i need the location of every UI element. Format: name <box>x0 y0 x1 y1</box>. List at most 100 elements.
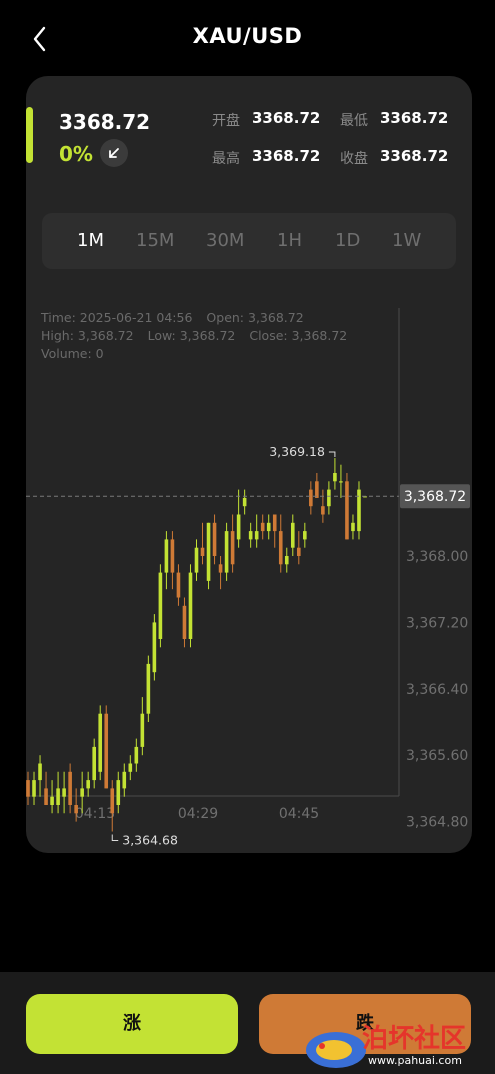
stat-open-label: 开盘 <box>212 113 240 129</box>
y-tick-label: 3,368.00 <box>406 549 468 565</box>
tab-1m[interactable]: 1M <box>77 230 104 251</box>
current-price: 3368.72 <box>59 110 151 134</box>
candle-body <box>230 531 235 565</box>
candle-body <box>176 572 181 598</box>
price-change: 0% <box>59 142 93 166</box>
top-bar: XAU/USD <box>0 0 495 76</box>
candle-body <box>272 514 277 532</box>
candle-body <box>134 746 139 764</box>
candle-body <box>212 522 217 556</box>
min-price-label: 3,364.68 <box>122 833 178 848</box>
watermark-url: www.pahuai.com <box>368 1054 462 1067</box>
ohlc-info-row-3: Volume: 0 <box>41 346 118 361</box>
stat-low-label: 最低 <box>340 113 368 129</box>
stat-close-value: 3368.72 <box>380 147 449 165</box>
candle-body <box>303 531 307 540</box>
candle-body <box>104 713 109 789</box>
candlestick-chart[interactable]: 3,368.00 3,367.20 3,366.40 3,365.60 3,364.80… <box>26 302 472 853</box>
stat-low-value: 3368.72 <box>380 109 449 127</box>
direction-indicator <box>100 139 128 167</box>
candle-body <box>188 572 193 639</box>
info-low: Low: 3,368.72 <box>147 328 236 343</box>
candle-body <box>26 780 30 797</box>
candle-body <box>50 796 54 805</box>
candle-body <box>218 564 223 573</box>
candle-body <box>194 547 199 573</box>
candle-body <box>345 481 349 540</box>
page-title: XAU/USD <box>192 24 303 48</box>
y-tick-label: 3,366.40 <box>406 682 468 698</box>
x-tick-label: 04:45 <box>279 806 319 822</box>
candle-body <box>146 663 151 714</box>
candle-body <box>327 489 331 507</box>
tab-30m[interactable]: 30M <box>206 230 244 251</box>
y-tick-label: 3,367.20 <box>406 615 468 631</box>
info-time: Time: 2025-06-21 04:56 <box>41 310 193 325</box>
y-tick-label: 3,365.60 <box>406 748 468 764</box>
candle-body <box>242 497 247 507</box>
candle-body <box>254 531 259 540</box>
candle-body <box>56 788 60 805</box>
price-accent-bar <box>26 107 33 163</box>
candle-body <box>92 746 96 781</box>
candle-body <box>266 522 271 532</box>
chart-canvas: 3,368.00 3,367.20 3,366.40 3,365.60 3,364.80… <box>26 308 470 848</box>
candle-body <box>236 514 241 540</box>
candle-body <box>80 788 84 797</box>
candle-body <box>284 556 289 565</box>
watermark-text: 泊坏社区 <box>362 1024 467 1054</box>
x-tick-label: 04:29 <box>178 806 218 822</box>
min-marker-arrow <box>111 834 119 842</box>
candle-body <box>140 713 145 747</box>
candle-body <box>68 771 72 805</box>
candle-body <box>44 788 48 805</box>
candle-body <box>200 547 205 556</box>
candle-body <box>339 481 343 483</box>
candle-body <box>297 547 301 556</box>
candle-body <box>158 572 163 639</box>
chart-card: 3368.72 0% 开盘 3368.72 最低 3368.72 最高 3368… <box>26 76 472 853</box>
arrow-down-left-icon <box>109 148 119 158</box>
candle-body <box>206 522 211 581</box>
tab-1h[interactable]: 1H <box>277 230 302 251</box>
tab-15m[interactable]: 15M <box>136 230 174 251</box>
last-price-label: 3,368.72 <box>404 489 466 505</box>
candle-body <box>86 780 90 789</box>
candle-body <box>116 780 121 805</box>
candle-body <box>182 605 187 639</box>
info-volume: Volume: 0 <box>41 346 104 361</box>
ohlc-info-row-1: Time: 2025-06-21 04:56 Open: 3,368.72 <box>41 310 318 325</box>
candle-body <box>309 489 313 507</box>
tab-1d[interactable]: 1D <box>335 230 360 251</box>
y-tick-label: 3,364.80 <box>406 815 468 831</box>
candle-body <box>74 805 78 814</box>
candle-body <box>98 713 103 772</box>
candle-body <box>128 763 133 772</box>
stat-high-label: 最高 <box>212 151 240 167</box>
candle-body <box>315 481 319 498</box>
candle-body <box>260 522 265 532</box>
buy-up-button[interactable]: 涨 <box>26 994 238 1054</box>
stat-close-label: 收盘 <box>340 151 368 167</box>
timeframe-tabs: 1M 15M 30M 1H 1D 1W <box>42 213 456 269</box>
candle-body <box>32 780 36 797</box>
candle-body <box>62 788 66 797</box>
candle-body <box>164 539 169 573</box>
candle-body <box>351 522 355 532</box>
candle-body <box>248 531 253 540</box>
tab-1w[interactable]: 1W <box>392 230 421 251</box>
stat-open-value: 3368.72 <box>252 109 321 127</box>
candle-body <box>152 622 157 673</box>
candle-body <box>224 531 229 573</box>
candle-body <box>333 473 337 482</box>
max-price-label: 3,369.18 <box>269 444 325 459</box>
ohlc-info-row-2: High: 3,368.72 Low: 3,368.72 Close: 3,368.… <box>41 328 361 343</box>
candle-body <box>321 506 325 515</box>
candle-body <box>110 788 115 814</box>
stat-high-value: 3368.72 <box>252 147 321 165</box>
candle-body <box>170 539 175 573</box>
info-high: High: 3,368.72 <box>41 328 134 343</box>
candle-body <box>278 531 283 565</box>
max-marker-arrow <box>328 451 336 458</box>
info-open: Open: 3,368.72 <box>206 310 304 325</box>
